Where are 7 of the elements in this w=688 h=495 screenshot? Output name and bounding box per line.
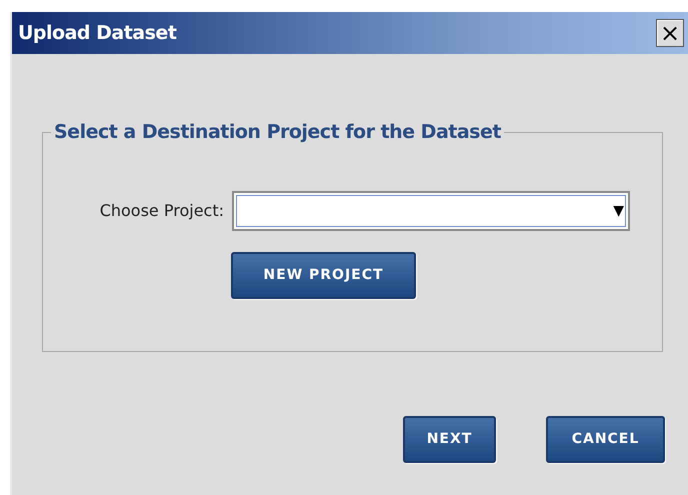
next-button[interactable]: NEXT <box>403 416 496 463</box>
window-title: Upload Dataset <box>17 20 176 46</box>
cancel-button[interactable]: CANCEL <box>546 416 665 463</box>
new-project-button[interactable]: NEW PROJECT <box>231 252 416 299</box>
close-button[interactable]: × <box>656 19 684 47</box>
field-label: Choose Project: <box>98 200 225 222</box>
project-dropdown[interactable]: ▼ <box>232 191 630 231</box>
